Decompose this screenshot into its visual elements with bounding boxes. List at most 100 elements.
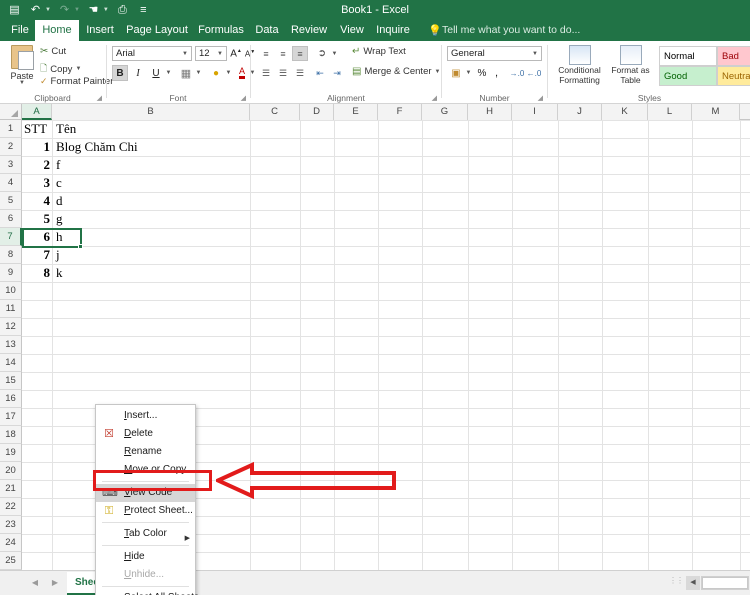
alignment-dialog-launcher[interactable]: ◢ — [432, 94, 437, 102]
tell-me-input[interactable]: Tell me what you want to do... — [442, 20, 580, 41]
row-header-13[interactable]: 13 — [0, 336, 22, 354]
row-header-8[interactable]: 8 — [0, 246, 22, 264]
row-header-14[interactable]: 14 — [0, 354, 22, 372]
cut-button[interactable]: ✂ Cut — [40, 46, 66, 57]
copy-caret-icon[interactable]: ▼ — [75, 66, 81, 72]
select-all-button[interactable] — [0, 104, 22, 120]
context-menu-item-delete[interactable]: ☒ Delete — [96, 425, 195, 443]
row-header-5[interactable]: 5 — [0, 192, 22, 210]
underline-caret-icon[interactable]: ▼ — [164, 65, 173, 81]
next-sheet-button[interactable]: ▶ — [48, 576, 62, 590]
paste-button[interactable]: Paste ▼ — [4, 44, 40, 92]
context-menu-item-insert[interactable]: Insert... — [96, 407, 195, 425]
row-header-2[interactable]: 2 — [0, 138, 22, 156]
row-header-15[interactable]: 15 — [0, 372, 22, 390]
cell-B6[interactable]: g — [54, 210, 252, 228]
font-name-input[interactable]: Arial ▼ — [112, 46, 192, 61]
number-format-select[interactable]: General ▼ — [447, 46, 542, 61]
redo-caret-icon[interactable]: ▼ — [74, 7, 80, 13]
column-header-d[interactable]: D — [300, 104, 334, 120]
cell-A1[interactable]: STT — [22, 120, 52, 138]
prev-sheet-button[interactable]: ◀ — [28, 576, 42, 590]
row-header-24[interactable]: 24 — [0, 534, 22, 552]
copy-button[interactable]: 🗋 Copy ▼ — [40, 61, 81, 77]
row-header-10[interactable]: 10 — [0, 282, 22, 300]
font-dialog-launcher[interactable]: ◢ — [241, 94, 246, 102]
borders-button[interactable]: ▦ — [178, 65, 194, 81]
column-header-e[interactable]: E — [334, 104, 378, 120]
font-size-input[interactable]: 12 ▼ — [195, 46, 227, 61]
column-header-l[interactable]: L — [648, 104, 692, 120]
open-icon[interactable]: ⎙ — [113, 1, 132, 19]
scroll-left-arrow-icon[interactable]: ◀ — [686, 576, 700, 590]
grow-font-button[interactable]: A▲ — [229, 46, 243, 61]
align-middle-button[interactable]: ≡ — [275, 46, 291, 61]
ribbon-tab-data[interactable]: Data — [249, 20, 285, 41]
ribbon-tab-formulas[interactable]: Formulas — [193, 20, 249, 41]
cell-B8[interactable]: j — [54, 246, 252, 264]
cell-B2[interactable]: Blog Chăm Chi — [54, 138, 252, 156]
cell-style-neutral[interactable]: Neutral — [717, 66, 750, 86]
number-dialog-launcher[interactable]: ◢ — [538, 94, 543, 102]
row-header-19[interactable]: 19 — [0, 444, 22, 462]
horizontal-scrollbar-thumb[interactable] — [702, 577, 748, 589]
cell-B3[interactable]: f — [54, 156, 252, 174]
cell-A6[interactable]: 5 — [22, 210, 52, 228]
comma-style-button[interactable]: , — [490, 65, 503, 81]
underline-button[interactable]: U — [148, 65, 164, 81]
column-header-h[interactable]: H — [468, 104, 512, 120]
redo-icon[interactable]: ↷ — [55, 1, 74, 19]
increase-indent-button[interactable]: ⇥ — [329, 65, 345, 81]
row-header-3[interactable]: 3 — [0, 156, 22, 174]
touch-mouse-mode-icon[interactable]: ☚ — [84, 1, 103, 19]
cell-A2[interactable]: 1 — [22, 138, 52, 156]
horizontal-scrollbar[interactable] — [701, 576, 749, 590]
bold-button[interactable]: B — [112, 65, 128, 81]
row-header-1[interactable]: 1 — [0, 120, 22, 138]
percent-style-button[interactable]: % — [475, 65, 489, 81]
conditional-formatting-button[interactable]: Conditional Formatting — [553, 44, 606, 85]
decrease-decimal-button[interactable]: ←.0 — [526, 65, 542, 81]
sheet-tab-context-menu[interactable]: Insert... ☒ Delete Rename Move or Copy... ⌨ Vi… — [95, 404, 199, 595]
number-format-caret-icon[interactable]: ▼ — [532, 51, 541, 57]
row-header-23[interactable]: 23 — [0, 516, 22, 534]
borders-caret-icon[interactable]: ▼ — [194, 65, 203, 81]
ribbon-tab-review[interactable]: Review — [285, 20, 333, 41]
customize-quick-access-toolbar-icon[interactable]: ≡ — [134, 1, 153, 19]
row-header-12[interactable]: 12 — [0, 318, 22, 336]
context-menu-item-hide[interactable]: Hide — [96, 548, 195, 566]
save-icon[interactable]: ▤ — [5, 1, 24, 19]
cell-B5[interactable]: d — [54, 192, 252, 210]
column-header-a[interactable]: A — [22, 104, 52, 120]
ribbon-tab-home[interactable]: Home — [35, 20, 79, 41]
align-bottom-button[interactable]: ≡ — [292, 46, 308, 61]
row-header-18[interactable]: 18 — [0, 426, 22, 444]
cell-B7[interactable]: h — [54, 228, 252, 246]
row-header-6[interactable]: 6 — [0, 210, 22, 228]
column-header-c[interactable]: C — [250, 104, 300, 120]
row-header-16[interactable]: 16 — [0, 390, 22, 408]
align-center-button[interactable]: ☰ — [275, 65, 291, 81]
align-top-button[interactable]: ≡ — [258, 46, 274, 61]
scroll-grip[interactable]: ⋮⋮ — [669, 577, 684, 588]
row-header-21[interactable]: 21 — [0, 480, 22, 498]
fill-color-button[interactable]: ● — [208, 65, 224, 81]
font-name-caret-icon[interactable]: ▼ — [182, 51, 191, 57]
accounting-caret-icon[interactable]: ▼ — [464, 65, 473, 81]
context-menu-item-protect-sheet[interactable]: ⚿ Protect Sheet... — [96, 502, 195, 520]
row-header-11[interactable]: 11 — [0, 300, 22, 318]
orientation-caret-icon[interactable]: ▼ — [330, 46, 339, 61]
cell-A8[interactable]: 7 — [22, 246, 52, 264]
row-header-20[interactable]: 20 — [0, 462, 22, 480]
merge-center-button[interactable]: ▤ Merge & Center ▼ — [352, 66, 440, 77]
paste-caret-icon[interactable]: ▼ — [19, 80, 25, 86]
ribbon-tab-file[interactable]: File — [5, 20, 35, 41]
undo-icon[interactable]: ↶ — [26, 1, 45, 19]
column-header-b[interactable]: B — [52, 104, 250, 120]
row-header-9[interactable]: 9 — [0, 264, 22, 282]
align-left-button[interactable]: ☰ — [258, 65, 274, 81]
italic-button[interactable]: I — [130, 65, 146, 81]
format-painter-button[interactable]: ✓ Format Painter — [40, 76, 113, 87]
merge-center-caret-icon[interactable]: ▼ — [435, 69, 441, 75]
row-header-17[interactable]: 17 — [0, 408, 22, 426]
